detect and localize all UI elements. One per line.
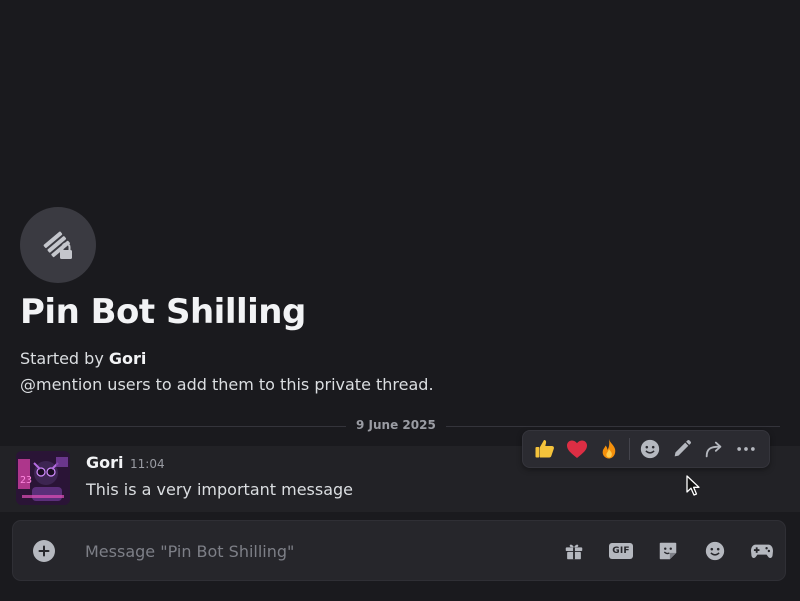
upload-button[interactable] — [33, 540, 55, 562]
activity-icon — [751, 544, 773, 558]
fire-icon — [602, 439, 616, 459]
heart-icon — [567, 440, 587, 458]
thread-title: Pin Bot Shilling — [20, 292, 306, 332]
emoji-button[interactable] — [703, 539, 727, 563]
avatar[interactable]: 23 — [16, 451, 70, 505]
toolbar-separator — [629, 438, 630, 460]
more-icon — [737, 447, 755, 451]
svg-text:23: 23 — [20, 475, 32, 486]
more-options-button[interactable] — [730, 433, 762, 465]
gift-icon — [565, 544, 583, 560]
thread-hint: @mention users to add them to this priva… — [20, 375, 434, 394]
reaction-fire-button[interactable] — [593, 433, 625, 465]
gif-button[interactable]: GIF — [609, 539, 633, 563]
thread-icon — [20, 207, 96, 283]
app-window: Pin Bot Shilling Started by Gori @mentio… — [0, 0, 800, 601]
date-divider-label: 9 June 2025 — [346, 418, 446, 432]
plus-icon — [38, 545, 50, 557]
started-by-user[interactable]: Gori — [109, 349, 147, 368]
edit-icon — [674, 439, 692, 457]
activity-button[interactable] — [750, 539, 774, 563]
message-text: This is a very important message — [86, 480, 354, 499]
started-by-label: Started by — [20, 349, 104, 368]
add-reaction-button[interactable] — [634, 433, 666, 465]
thumbs-up-icon — [535, 440, 554, 458]
gift-button[interactable] — [562, 539, 586, 563]
sticker-button[interactable] — [656, 539, 680, 563]
thread-started-by: Started by Gori — [20, 349, 146, 368]
mouse-cursor-icon — [686, 475, 702, 501]
emoji-icon — [705, 541, 725, 561]
reaction-thumbs-up-button[interactable] — [529, 433, 561, 465]
message-composer: GIF — [12, 520, 786, 581]
message-timestamp: 11:04 — [130, 457, 165, 471]
sticker-icon — [659, 542, 677, 560]
forward-button[interactable] — [698, 433, 730, 465]
edit-message-button[interactable] — [666, 433, 698, 465]
forward-icon — [705, 441, 722, 458]
message-input[interactable] — [85, 533, 545, 569]
message-author[interactable]: Gori — [86, 453, 124, 472]
reaction-heart-button[interactable] — [561, 433, 593, 465]
gif-icon: GIF — [609, 543, 633, 559]
add-reaction-icon — [640, 439, 660, 459]
message-actions-toolbar — [522, 430, 770, 468]
